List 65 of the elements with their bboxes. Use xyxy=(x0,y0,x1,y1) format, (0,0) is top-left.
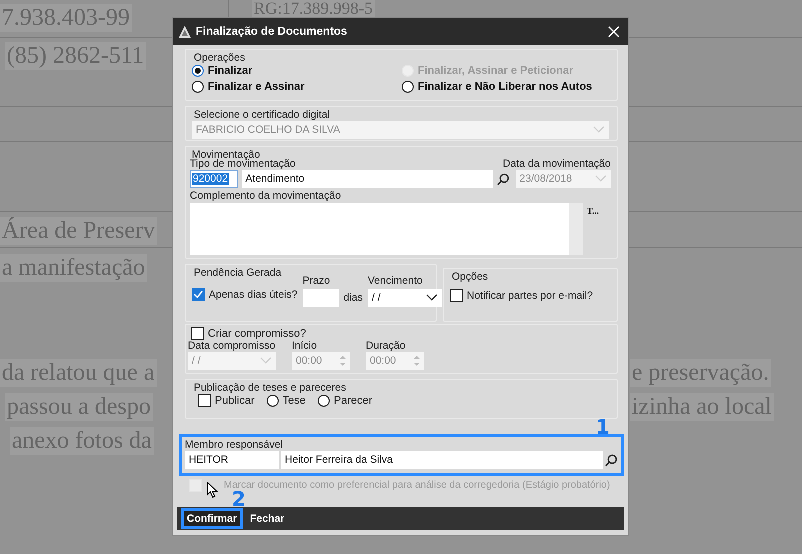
option-label: Finalizar e Assinar xyxy=(208,81,305,93)
option-label: Parecer xyxy=(334,394,373,406)
code-field[interactable]: 920002 xyxy=(190,170,238,188)
document-text: a manifestação xyxy=(0,254,148,282)
checkbox[interactable] xyxy=(198,394,211,407)
field-label: Membro responsável xyxy=(185,439,284,451)
search-icon[interactable] xyxy=(496,172,510,186)
document-text: 7.938.403-99 xyxy=(0,4,132,32)
field-label: Complemento da movimentação xyxy=(190,190,342,202)
step-number: 1 xyxy=(596,415,610,439)
document-text: anexo fotos da xyxy=(10,427,154,455)
chevron-down-icon xyxy=(595,175,607,183)
close-button[interactable]: Fechar xyxy=(245,508,290,529)
chevron-down-icon xyxy=(260,357,272,365)
group-title: Selecione o certificado digital xyxy=(194,109,330,121)
toolbar-label[interactable]: T... xyxy=(587,206,611,216)
document-text: Área de Preserv xyxy=(0,217,158,245)
field-label: Prazo xyxy=(302,275,332,287)
document-text: izinha ao local xyxy=(630,393,774,421)
radio-button[interactable] xyxy=(192,81,204,93)
member-name-field[interactable]: Heitor Ferreira da Silva xyxy=(281,451,603,469)
option-label: Finalizar e Não Liberar nos Autos xyxy=(418,81,592,93)
checkbox[interactable] xyxy=(192,288,205,301)
option-label: Finalizar, Assinar e Peticionar xyxy=(418,65,574,77)
chevron-down-icon xyxy=(593,126,605,134)
document-text: RG:17.389.998-5 xyxy=(252,0,375,18)
document-text: (85) 2862-511 xyxy=(5,42,146,70)
term-field[interactable] xyxy=(302,289,339,307)
radio-button[interactable] xyxy=(318,394,330,406)
movement-type-field[interactable]: Atendimento xyxy=(242,170,493,188)
checkbox[interactable] xyxy=(191,327,204,340)
group-title: Pendência Gerada xyxy=(194,267,282,279)
checkbox-label: Criar compromisso? xyxy=(208,328,306,340)
field-label: Tipo de movimentação xyxy=(190,158,296,170)
document-text: passou a despo xyxy=(5,393,153,421)
group-title: Publicação de teses e pareceres xyxy=(194,382,346,394)
field-label: Data compromisso xyxy=(188,340,276,352)
checkbox-label: Publicar xyxy=(215,394,255,406)
chevron-down-icon xyxy=(426,294,438,302)
app-logo-icon xyxy=(179,26,191,38)
window-title: Finalização de Documentos xyxy=(196,26,348,38)
field-label: Início xyxy=(292,340,318,352)
group-title: Opções xyxy=(452,271,488,283)
field-label: Vencimento xyxy=(368,275,424,287)
radio-button[interactable] xyxy=(402,81,414,93)
checkbox[interactable] xyxy=(450,289,463,302)
field-label: Data da movimentação xyxy=(503,158,611,170)
option-label: Finalizar xyxy=(208,65,253,77)
confirm-button[interactable]: Confirmar xyxy=(181,508,244,529)
group-title: Movimentação xyxy=(192,149,260,161)
member-code-field[interactable]: HEITOR xyxy=(185,451,279,469)
field-label: Duração xyxy=(366,340,407,352)
checkbox-label: Notificar partes por e-mail? xyxy=(467,290,594,302)
option-label: Tese xyxy=(282,394,306,406)
checkbox-label: Apenas dias úteis? xyxy=(209,288,298,300)
radio-button[interactable] xyxy=(192,65,204,77)
radio-button[interactable] xyxy=(266,394,279,406)
document-text: da relatou que a xyxy=(0,359,157,387)
unit-label: dias xyxy=(344,292,363,304)
cursor-icon xyxy=(207,482,218,498)
document-text: e preservação. xyxy=(630,359,772,387)
search-icon[interactable] xyxy=(605,454,618,466)
due-date-dropdown[interactable]: / / xyxy=(368,289,442,307)
group-title: Operações xyxy=(194,52,246,64)
close-icon[interactable] xyxy=(608,26,620,38)
